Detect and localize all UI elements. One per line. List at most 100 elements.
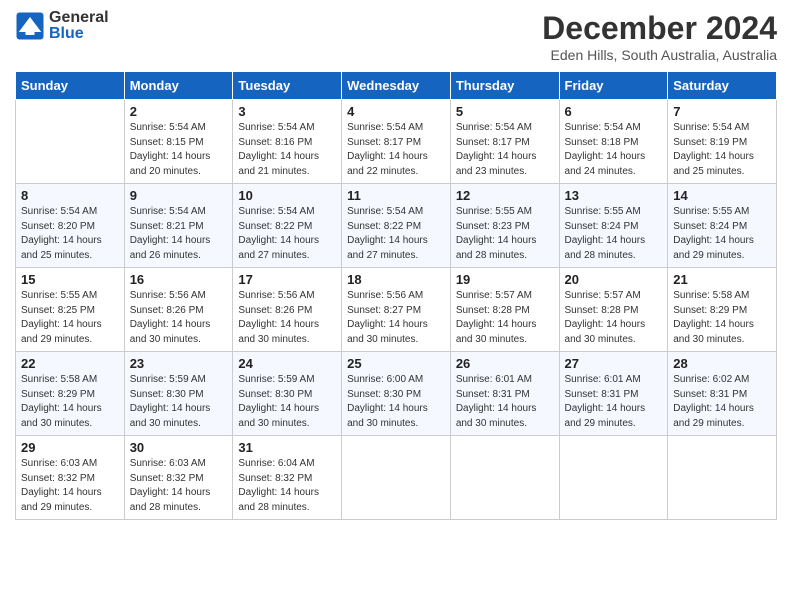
calendar-week-5: 29 Sunrise: 6:03 AMSunset: 8:32 PMDayligh… <box>16 436 777 520</box>
day-info: Sunrise: 6:02 AMSunset: 8:31 PMDaylight:… <box>673 373 771 431</box>
day-number: 7 <box>673 104 771 119</box>
calendar-cell: 3Sunrise: 5:54 AMSunset: 8:16 PMDaylight… <box>233 100 342 184</box>
logo-blue: Blue <box>49 26 109 42</box>
calendar-cell: 26 Sunrise: 6:01 AMSunset: 8:31 PMDayligh… <box>450 352 559 436</box>
day-info: Sunrise: 5:58 AMSunset: 8:29 PMDaylight:… <box>21 373 119 431</box>
day-info: Sunrise: 5:54 AMSunset: 8:17 PMDaylight:… <box>347 121 445 179</box>
col-monday: Monday <box>124 72 233 100</box>
calendar-cell: 28 Sunrise: 6:02 AMSunset: 8:31 PMDayligh… <box>668 352 777 436</box>
day-info: Sunrise: 5:59 AMSunset: 8:30 PMDaylight:… <box>238 373 336 431</box>
col-tuesday: Tuesday <box>233 72 342 100</box>
day-info: Sunrise: 5:54 AMSunset: 8:21 PMDaylight:… <box>130 205 228 263</box>
day-info: Sunrise: 5:56 AMSunset: 8:26 PMDaylight:… <box>130 289 228 347</box>
calendar-table: Sunday Monday Tuesday Wednesday Thursday… <box>15 71 777 520</box>
calendar-cell: 18 Sunrise: 5:56 AMSunset: 8:27 PMDayligh… <box>342 268 451 352</box>
calendar-cell <box>450 436 559 520</box>
day-info: Sunrise: 6:03 AMSunset: 8:32 PMDaylight:… <box>130 457 228 515</box>
calendar-cell: 14 Sunrise: 5:55 AMSunset: 8:24 PMDayligh… <box>668 184 777 268</box>
day-number: 10 <box>238 188 336 203</box>
day-info: Sunrise: 6:04 AMSunset: 8:32 PMDaylight:… <box>238 457 336 515</box>
calendar-cell: 12 Sunrise: 5:55 AMSunset: 8:23 PMDayligh… <box>450 184 559 268</box>
day-number: 16 <box>130 272 228 287</box>
day-number: 17 <box>238 272 336 287</box>
col-sunday: Sunday <box>16 72 125 100</box>
calendar-subtitle: Eden Hills, South Australia, Australia <box>542 47 777 63</box>
day-number: 28 <box>673 356 771 371</box>
day-number: 20 <box>565 272 663 287</box>
calendar-cell: 5 Sunrise: 5:54 AMSunset: 8:17 PMDaylight… <box>450 100 559 184</box>
calendar-cell: 10 Sunrise: 5:54 AMSunset: 8:22 PMDayligh… <box>233 184 342 268</box>
calendar-cell: 31 Sunrise: 6:04 AMSunset: 8:32 PMDayligh… <box>233 436 342 520</box>
calendar-cell <box>16 100 125 184</box>
day-number: 9 <box>130 188 228 203</box>
day-number: 27 <box>565 356 663 371</box>
day-info: Sunrise: 5:58 AMSunset: 8:29 PMDaylight:… <box>673 289 771 347</box>
day-number: 18 <box>347 272 445 287</box>
day-info: Sunrise: 6:03 AMSunset: 8:32 PMDaylight:… <box>21 457 119 515</box>
day-info: Sunrise: 5:56 AMSunset: 8:26 PMDaylight:… <box>238 289 336 347</box>
col-thursday: Thursday <box>450 72 559 100</box>
day-number: 23 <box>130 356 228 371</box>
calendar-cell: 15 Sunrise: 5:55 AMSunset: 8:25 PMDayligh… <box>16 268 125 352</box>
col-saturday: Saturday <box>668 72 777 100</box>
day-number: 29 <box>21 440 119 455</box>
day-number: 13 <box>565 188 663 203</box>
day-info: Sunrise: 5:54 AMSunset: 8:20 PMDaylight:… <box>21 205 119 263</box>
calendar-cell: 22Sunrise: 5:58 AMSunset: 8:29 PMDayligh… <box>16 352 125 436</box>
day-number: 5 <box>456 104 554 119</box>
day-info: Sunrise: 5:54 AMSunset: 8:15 PMDaylight:… <box>130 121 228 179</box>
day-number: 31 <box>238 440 336 455</box>
calendar-cell: 6 Sunrise: 5:54 AMSunset: 8:18 PMDaylight… <box>559 100 668 184</box>
day-number: 21 <box>673 272 771 287</box>
day-number: 12 <box>456 188 554 203</box>
day-info: Sunrise: 6:01 AMSunset: 8:31 PMDaylight:… <box>565 373 663 431</box>
day-info: Sunrise: 5:55 AMSunset: 8:23 PMDaylight:… <box>456 205 554 263</box>
calendar-cell <box>342 436 451 520</box>
col-wednesday: Wednesday <box>342 72 451 100</box>
day-number: 15 <box>21 272 119 287</box>
calendar-cell <box>668 436 777 520</box>
calendar-cell: 25 Sunrise: 6:00 AMSunset: 8:30 PMDayligh… <box>342 352 451 436</box>
day-info: Sunrise: 5:54 AMSunset: 8:22 PMDaylight:… <box>347 205 445 263</box>
day-number: 24 <box>238 356 336 371</box>
calendar-cell: 2Sunrise: 5:54 AMSunset: 8:15 PMDaylight… <box>124 100 233 184</box>
day-number: 3 <box>238 104 336 119</box>
day-number: 19 <box>456 272 554 287</box>
calendar-cell: 17 Sunrise: 5:56 AMSunset: 8:26 PMDayligh… <box>233 268 342 352</box>
calendar-cell: 27 Sunrise: 6:01 AMSunset: 8:31 PMDayligh… <box>559 352 668 436</box>
day-info: Sunrise: 5:55 AMSunset: 8:24 PMDaylight:… <box>673 205 771 263</box>
calendar-week-2: 8 Sunrise: 5:54 AMSunset: 8:20 PMDaylight… <box>16 184 777 268</box>
page-header: General Blue December 2024 Eden Hills, S… <box>15 10 777 63</box>
calendar-cell: 9 Sunrise: 5:54 AMSunset: 8:21 PMDaylight… <box>124 184 233 268</box>
day-info: Sunrise: 5:54 AMSunset: 8:17 PMDaylight:… <box>456 121 554 179</box>
calendar-cell: 4Sunrise: 5:54 AMSunset: 8:17 PMDaylight… <box>342 100 451 184</box>
day-info: Sunrise: 6:01 AMSunset: 8:31 PMDaylight:… <box>456 373 554 431</box>
calendar-cell: 20 Sunrise: 5:57 AMSunset: 8:28 PMDayligh… <box>559 268 668 352</box>
calendar-cell: 7 Sunrise: 5:54 AMSunset: 8:19 PMDaylight… <box>668 100 777 184</box>
day-number: 26 <box>456 356 554 371</box>
day-info: Sunrise: 5:56 AMSunset: 8:27 PMDaylight:… <box>347 289 445 347</box>
calendar-cell: 11 Sunrise: 5:54 AMSunset: 8:22 PMDayligh… <box>342 184 451 268</box>
day-info: Sunrise: 6:00 AMSunset: 8:30 PMDaylight:… <box>347 373 445 431</box>
day-info: Sunrise: 5:57 AMSunset: 8:28 PMDaylight:… <box>456 289 554 347</box>
calendar-cell: 29 Sunrise: 6:03 AMSunset: 8:32 PMDayligh… <box>16 436 125 520</box>
day-number: 6 <box>565 104 663 119</box>
day-info: Sunrise: 5:54 AMSunset: 8:19 PMDaylight:… <box>673 121 771 179</box>
day-number: 11 <box>347 188 445 203</box>
day-info: Sunrise: 5:54 AMSunset: 8:22 PMDaylight:… <box>238 205 336 263</box>
day-info: Sunrise: 5:55 AMSunset: 8:25 PMDaylight:… <box>21 289 119 347</box>
day-number: 25 <box>347 356 445 371</box>
day-number: 14 <box>673 188 771 203</box>
title-section: December 2024 Eden Hills, South Australi… <box>542 10 777 63</box>
calendar-week-1: 2Sunrise: 5:54 AMSunset: 8:15 PMDaylight… <box>16 100 777 184</box>
calendar-cell: 21 Sunrise: 5:58 AMSunset: 8:29 PMDayligh… <box>668 268 777 352</box>
day-info: Sunrise: 5:59 AMSunset: 8:30 PMDaylight:… <box>130 373 228 431</box>
day-info: Sunrise: 5:54 AMSunset: 8:18 PMDaylight:… <box>565 121 663 179</box>
calendar-week-3: 15 Sunrise: 5:55 AMSunset: 8:25 PMDayligh… <box>16 268 777 352</box>
day-number: 8 <box>21 188 119 203</box>
logo-icon <box>15 11 45 41</box>
day-info: Sunrise: 5:57 AMSunset: 8:28 PMDaylight:… <box>565 289 663 347</box>
calendar-week-4: 22Sunrise: 5:58 AMSunset: 8:29 PMDayligh… <box>16 352 777 436</box>
col-friday: Friday <box>559 72 668 100</box>
calendar-cell: 23 Sunrise: 5:59 AMSunset: 8:30 PMDayligh… <box>124 352 233 436</box>
